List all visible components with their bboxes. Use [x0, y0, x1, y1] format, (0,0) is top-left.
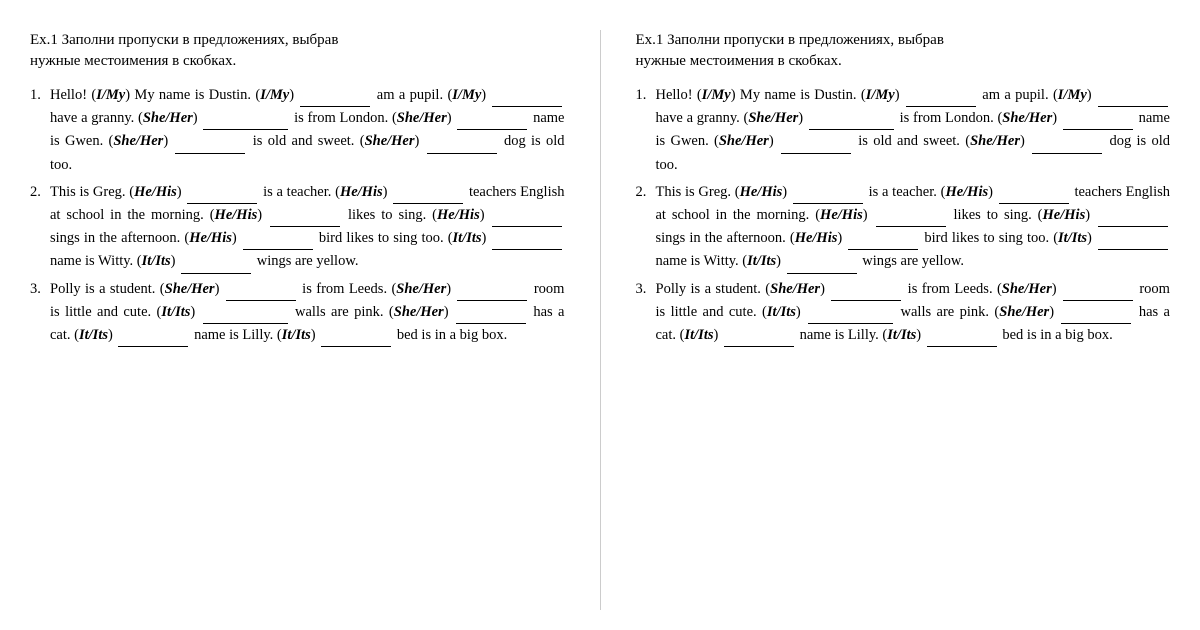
list-item: 1. Hello! (I/My) My name is Dustin. (I/M…	[30, 84, 565, 177]
page: Ex.1 Заполни пропуски в предложениях, вы…	[0, 0, 1200, 630]
list-item: 2. This is Greg. (He/His) is a teacher. …	[636, 181, 1171, 274]
right-column: Ex.1 Заполни пропуски в предложениях, вы…	[626, 30, 1181, 610]
list-item: 1. Hello! (I/My) My name is Dustin. (I/M…	[636, 84, 1171, 177]
right-title: Ex.1 Заполни пропуски в предложениях, вы…	[636, 30, 1171, 72]
right-content: 1. Hello! (I/My) My name is Dustin. (I/M…	[636, 84, 1171, 347]
list-item: 2. This is Greg. (He/His) is a teacher. …	[30, 181, 565, 274]
left-title: Ex.1 Заполни пропуски в предложениях, вы…	[30, 30, 565, 72]
column-divider	[600, 30, 601, 610]
list-item: 3. Polly is a student. (She/Her) is from…	[636, 278, 1171, 348]
left-column: Ex.1 Заполни пропуски в предложениях, вы…	[20, 30, 575, 610]
list-item: 3. Polly is a student. (She/Her) is from…	[30, 278, 565, 348]
left-content: 1. Hello! (I/My) My name is Dustin. (I/M…	[30, 84, 565, 347]
